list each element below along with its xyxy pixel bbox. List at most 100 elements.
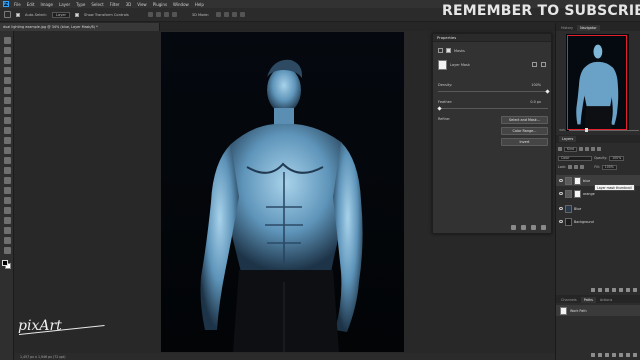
delete-mask-icon[interactable]	[541, 225, 546, 230]
add-mask-icon[interactable]	[605, 287, 609, 292]
make-work-path-icon[interactable]	[612, 352, 616, 357]
adjustment-layer-icon[interactable]	[612, 287, 616, 292]
pixel-mask-icon[interactable]	[438, 48, 443, 53]
feather-slider[interactable]	[437, 106, 548, 111]
history-brush-tool-icon[interactable]	[3, 137, 11, 144]
filter-pixel-icon[interactable]	[579, 147, 584, 151]
menu-window[interactable]: Window	[173, 2, 189, 7]
move-tool-icon[interactable]	[4, 11, 11, 18]
more-tools-icon[interactable]	[3, 247, 11, 254]
menu-image[interactable]: Image	[40, 2, 53, 7]
layer-row-background[interactable]: Background	[556, 216, 640, 227]
lock-all-icon[interactable]	[580, 165, 585, 169]
invert-button[interactable]: Invert	[501, 138, 548, 146]
blend-mode-select[interactable]: Color	[558, 155, 592, 161]
filter-type-icon[interactable]	[591, 147, 596, 151]
menu-filter[interactable]: Filter	[110, 2, 120, 7]
link-layers-icon[interactable]	[591, 287, 595, 292]
zoom-value[interactable]: 34%	[559, 128, 566, 132]
align-right-icon[interactable]	[163, 12, 169, 17]
filter-shape-icon[interactable]	[597, 147, 602, 151]
auto-select-dropdown[interactable]: Layer	[52, 11, 71, 18]
move-tool-icon[interactable]	[3, 37, 11, 44]
pen-tool-icon[interactable]	[3, 187, 11, 194]
auto-select-checkbox[interactable]	[16, 12, 20, 17]
tab-channels[interactable]: Channels	[558, 297, 580, 303]
stroke-path-icon[interactable]	[598, 352, 602, 357]
select-and-mask-button[interactable]: Select and Mask...	[501, 116, 548, 124]
load-path-selection-icon[interactable]	[605, 352, 609, 357]
eyedropper-tool-icon[interactable]	[3, 97, 11, 104]
eye-icon[interactable]	[559, 220, 563, 223]
opacity-input[interactable]: 100%	[609, 155, 625, 161]
density-value[interactable]: 100%	[531, 83, 541, 87]
lasso-tool-icon[interactable]	[3, 57, 11, 64]
lock-position-icon[interactable]	[574, 165, 579, 169]
layer-name[interactable]: Background	[574, 220, 594, 224]
menu-select[interactable]: Select	[91, 2, 103, 7]
layer-row-blue-photo[interactable]: Blue	[556, 203, 640, 214]
navigator-view-frame[interactable]	[567, 35, 627, 130]
vector-mask-icon[interactable]	[446, 48, 451, 53]
path-name[interactable]: Work Path	[570, 309, 587, 313]
load-selection-icon[interactable]	[511, 225, 516, 230]
zoom-slider-knob[interactable]	[584, 128, 588, 132]
feather-value[interactable]: 0.0 px	[530, 100, 541, 104]
tab-layers[interactable]: Layers	[559, 136, 577, 142]
eraser-tool-icon[interactable]	[3, 147, 11, 154]
feather-slider-knob[interactable]	[437, 106, 442, 111]
dodge-tool-icon[interactable]	[3, 177, 11, 184]
layer-name[interactable]: orange	[583, 192, 595, 196]
fill-path-icon[interactable]	[591, 352, 595, 357]
blur-tool-icon[interactable]	[3, 167, 11, 174]
visibility-icon[interactable]	[531, 225, 536, 230]
layer-thumbnail[interactable]	[565, 189, 572, 198]
path-select-tool-icon[interactable]	[3, 207, 11, 214]
eye-icon[interactable]	[559, 179, 563, 182]
document-image[interactable]	[161, 32, 404, 352]
menu-plugins[interactable]: Plugins	[153, 2, 167, 7]
menu-view[interactable]: View	[137, 2, 147, 7]
menu-3d[interactable]: 3D	[126, 2, 132, 7]
layer-name[interactable]: blue	[583, 179, 590, 183]
document-tab[interactable]: dual lighting example.jpg @ 34% (blue, L…	[0, 23, 160, 31]
foreground-color-swatch[interactable]	[2, 260, 8, 266]
type-tool-icon[interactable]	[3, 197, 11, 204]
3d-pan-icon[interactable]	[231, 12, 237, 17]
new-layer-icon[interactable]	[626, 287, 630, 292]
eye-icon[interactable]	[559, 192, 563, 195]
photoshop-logo[interactable]: Ps	[3, 1, 9, 7]
healing-brush-tool-icon[interactable]	[3, 107, 11, 114]
layer-thumbnail[interactable]	[565, 217, 572, 226]
clone-stamp-tool-icon[interactable]	[3, 127, 11, 134]
hand-tool-icon[interactable]	[3, 227, 11, 234]
layer-mask-thumbnail[interactable]	[438, 60, 447, 70]
layer-thumbnail[interactable]	[565, 204, 572, 213]
layer-name[interactable]: Blue	[574, 207, 581, 211]
density-slider[interactable]	[438, 89, 550, 94]
menu-file[interactable]: File	[14, 2, 21, 7]
fx-icon[interactable]	[598, 287, 602, 292]
layer-thumbnail[interactable]	[565, 176, 572, 185]
gradient-tool-icon[interactable]	[3, 157, 11, 164]
3d-slide-icon[interactable]	[239, 12, 245, 17]
frame-tool-icon[interactable]	[3, 87, 11, 94]
menu-help[interactable]: Help	[195, 2, 204, 7]
filter-adjust-icon[interactable]	[585, 147, 590, 151]
zoom-slider[interactable]	[568, 128, 639, 132]
shape-tool-icon[interactable]	[3, 217, 11, 224]
add-vector-mask-icon[interactable]	[541, 62, 546, 67]
align-top-icon[interactable]	[171, 12, 177, 17]
menu-edit[interactable]: Edit	[27, 2, 35, 7]
lock-pixels-icon[interactable]	[568, 165, 573, 169]
tab-paths[interactable]: Paths	[580, 297, 596, 303]
tab-navigator[interactable]: Navigator	[577, 25, 600, 31]
apply-mask-icon[interactable]	[521, 225, 526, 230]
show-transform-checkbox[interactable]	[75, 12, 80, 17]
color-range-button[interactable]: Color Range...	[501, 127, 548, 135]
crop-tool-icon[interactable]	[3, 77, 11, 84]
eye-icon[interactable]	[559, 207, 563, 210]
layer-mask-thumbnail[interactable]	[574, 176, 581, 185]
align-left-icon[interactable]	[147, 12, 153, 17]
menu-type[interactable]: Type	[76, 2, 85, 7]
